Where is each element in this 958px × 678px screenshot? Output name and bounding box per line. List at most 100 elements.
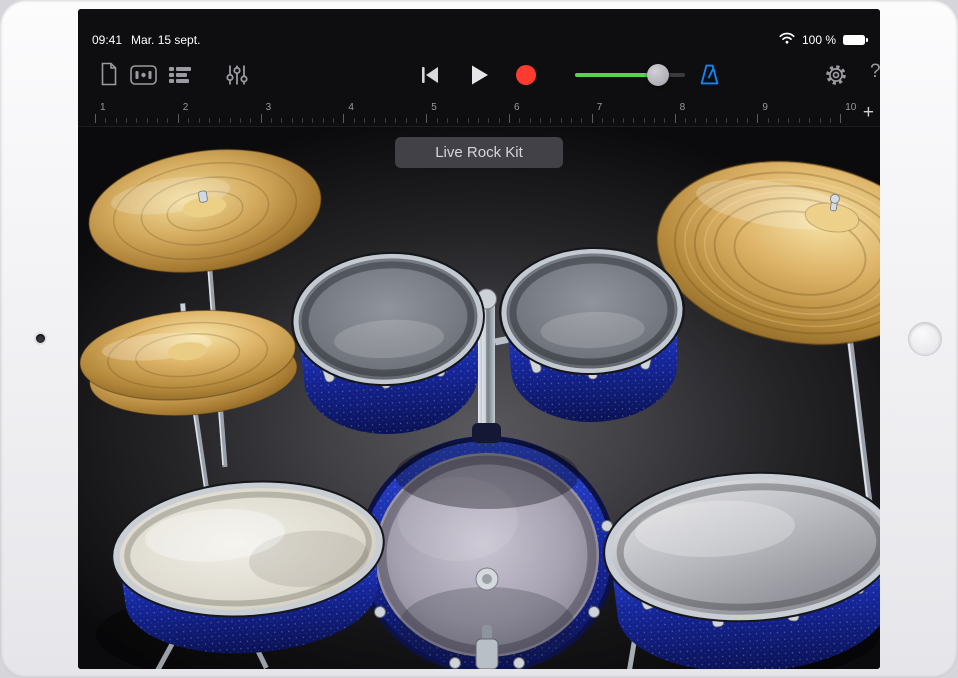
garageband-screen: 09:41 Mar. 15 sept. 100 % [78,9,880,669]
ruler-tick-minor [240,118,241,123]
ruler-tick-minor [457,118,458,123]
ruler-tick-minor [478,118,479,123]
mid-tom[interactable] [498,245,688,425]
ruler-tick-minor [416,118,417,123]
skip-to-beginning-icon [419,64,441,89]
ruler-tick-minor [737,118,738,123]
ruler-tick-minor [292,118,293,123]
ruler-tick-minor [374,118,375,123]
high-tom[interactable] [289,248,490,439]
help-button[interactable]: ? [870,61,880,83]
ruler-bar-number: 8 [680,102,686,113]
ruler-tick-minor [105,118,106,123]
ruler-tick-major [178,114,179,123]
skip-to-beginning-button[interactable] [419,64,441,89]
ruler-tick-minor [716,118,717,123]
ruler-tick-minor [395,118,396,123]
record-button[interactable] [516,65,536,85]
ruler-tick-minor [312,118,313,123]
track-controls-button[interactable] [226,64,248,89]
volume-slider[interactable] [575,73,685,77]
tracks-view-button[interactable] [168,65,192,88]
ruler-tick-minor [281,118,282,123]
ruler-tick-minor [385,118,386,123]
ruler-tick-minor [540,118,541,123]
ruler-tick-minor [364,118,365,123]
my-songs-button[interactable] [99,62,119,89]
ruler-bar-number: 9 [762,102,768,113]
ruler-tick-minor [530,118,531,123]
add-bars-button[interactable]: + [863,100,874,126]
ruler-tick-major [509,114,510,123]
ruler-tick-minor [654,118,655,123]
instrument-view-button[interactable] [130,65,157,88]
ruler-tick-minor [644,118,645,123]
battery-percentage: 100 % [802,33,836,47]
ruler-tick-minor [550,118,551,123]
faders-icon [226,64,248,89]
ruler-tick-major [840,114,841,123]
ruler-tick-minor [820,118,821,123]
ruler-bar-number: 3 [266,102,272,113]
ruler-tick-minor [809,118,810,123]
gear-icon [824,63,848,90]
metronome-button[interactable] [698,63,721,89]
ruler-tick-minor [778,118,779,123]
ruler-tick-minor [188,118,189,123]
ruler-tick-minor [747,118,748,123]
ruler-tick-minor [602,118,603,123]
ruler-tick-major [261,114,262,123]
ruler-tick-minor [633,118,634,123]
floor-tom[interactable] [600,465,880,669]
ruler-tick-minor [271,118,272,123]
ruler-tick-minor [209,118,210,123]
ruler-tick-minor [571,118,572,123]
ruler-tick-minor [623,118,624,123]
ruler-tick-minor [561,118,562,123]
ruler-bar-number: 2 [183,102,189,113]
ruler-tick-major [675,114,676,123]
front-camera-icon [36,334,45,343]
ruler-tick-minor [695,118,696,123]
instrument-view-icon [130,65,157,88]
ruler-tick-minor [157,118,158,123]
ruler-tick-major [343,114,344,123]
ruler-tick-minor [126,118,127,123]
drum-kit [78,127,880,669]
drum-stage: Live Rock Kit [78,127,880,669]
ruler-tick-minor [437,118,438,123]
crash-cymbal[interactable] [81,135,329,286]
play-button[interactable] [467,63,491,90]
volume-slider-knob[interactable] [647,64,669,86]
ruler-tick-minor [830,118,831,123]
ruler-bar-number: 4 [348,102,354,113]
metronome-icon [698,63,721,89]
ruler-bar-number: 1 [100,102,106,113]
ruler[interactable]: + 12345678910 [78,99,880,127]
ruler-tick-minor [706,118,707,123]
tracks-view-icon [168,65,192,88]
ruler-tick-minor [354,118,355,123]
ruler-tick-minor [799,118,800,123]
ruler-tick-major [757,114,758,123]
battery-icon [843,35,868,45]
ruler-tick-minor [488,118,489,123]
ruler-tick-minor [136,118,137,123]
ipad-device: 09:41 Mar. 15 sept. 100 % [0,0,958,678]
status-bar: 09:41 Mar. 15 sept. 100 % [78,9,880,51]
ruler-tick-minor [664,118,665,123]
record-icon [516,65,536,85]
status-date: Mar. 15 sept. [131,33,200,47]
settings-button[interactable] [824,63,848,90]
ruler-bar-number: 5 [431,102,437,113]
ruler-tick-minor [581,118,582,123]
ruler-tick-minor [468,118,469,123]
ruler-tick-minor [447,118,448,123]
wifi-icon [779,32,795,47]
toolbar: ? [78,51,880,99]
hi-hat[interactable] [78,294,300,424]
home-button[interactable] [908,322,942,356]
ruler-bar-number: 10 [845,102,856,113]
ruler-tick-minor [726,118,727,123]
volume-slider-fill [575,73,658,77]
